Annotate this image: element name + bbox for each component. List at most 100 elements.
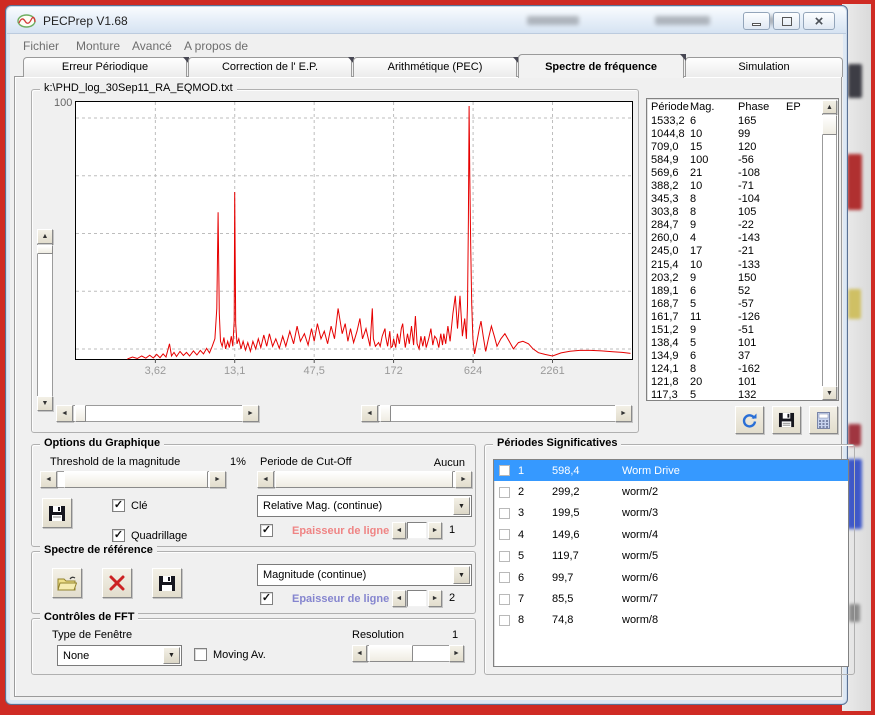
table-row[interactable]: 584,9 100 -56 [651,154,820,167]
scroll-left-icon[interactable] [257,471,274,488]
reference-display-combo[interactable]: Magnitude (continue) [257,564,472,586]
refresh-button[interactable] [735,406,764,434]
scroll-right-icon[interactable] [242,405,259,422]
menu-monture[interactable]: Monture [76,39,120,53]
chevron-down-icon[interactable] [453,566,470,584]
scroll-up-icon[interactable] [822,100,837,114]
save-reference-button[interactable] [152,568,182,598]
reference-line-width-spinner[interactable] [392,590,442,607]
chart-hscrollbar-left[interactable] [56,405,259,422]
period-list-item[interactable]: 6 99,7 worm/6 [494,567,848,588]
table-row[interactable]: 138,4 5 101 [651,337,820,350]
hscroll-thumb[interactable] [75,405,86,422]
period-checkbox[interactable] [499,572,510,584]
table-row[interactable]: 161,7 11 -126 [651,311,820,324]
line-width-checkbox[interactable] [260,524,273,537]
menu-a-propos[interactable]: A propos de [184,39,248,53]
period-checkbox[interactable] [499,465,510,477]
spinner-right-icon[interactable] [428,522,442,539]
significant-periods-list[interactable]: 1 598,4 Worm Drive 2 299,2 worm/2 3 199,5 worm/3… [493,459,849,667]
table-row[interactable]: 121,8 20 101 [651,376,820,389]
chart-vscrollbar[interactable] [37,229,53,411]
maximize-button[interactable] [773,12,800,30]
chart-hscrollbar-right[interactable] [361,405,632,422]
menu-avance[interactable]: Avancé [132,39,172,53]
chevron-down-icon[interactable] [163,647,180,664]
line-width-spinner[interactable] [392,522,442,539]
table-row[interactable]: 260,0 4 -143 [651,232,820,245]
resolution-slider[interactable] [352,645,464,662]
save-table-button[interactable] [772,406,801,434]
table-row[interactable]: 284,7 9 -22 [651,219,820,232]
scroll-left-icon[interactable] [56,405,73,422]
table-row[interactable]: 1044,8 10 99 [651,128,820,141]
table-row[interactable]: 189,1 6 52 [651,285,820,298]
delete-reference-button[interactable] [102,568,132,598]
table-row[interactable]: 569,6 21 -108 [651,167,820,180]
period-list-item[interactable]: 4 149,6 worm/4 [494,524,848,545]
period-checkbox[interactable] [499,593,510,605]
scroll-left-icon[interactable] [361,405,378,422]
window-type-combo[interactable]: None [57,645,182,666]
hscroll-thumb[interactable] [380,405,391,422]
table-row[interactable]: 303,8 8 105 [651,206,820,219]
report-button[interactable] [809,406,838,434]
quadrillage-checkbox[interactable] [112,529,125,542]
table-row[interactable]: 124,1 8 -162 [651,363,820,376]
spinner-left-icon[interactable] [392,590,406,607]
scroll-right-icon[interactable] [615,405,632,422]
period-list-item[interactable]: 5 119,7 worm/5 [494,546,848,567]
period-list-item[interactable]: 3 199,5 worm/3 [494,503,848,524]
spinner-left-icon[interactable] [392,522,406,539]
menu-fichier[interactable]: Fichier [23,39,59,53]
resolution-thumb[interactable] [369,645,413,662]
reference-line-width-checkbox[interactable] [260,592,273,605]
tab-correction-ep[interactable]: Correction de l' E.P. [188,57,354,77]
threshold-thumb[interactable] [64,471,208,488]
title-bar[interactable]: PECPrep V1.68 [7,7,846,34]
table-row[interactable]: 134,9 6 37 [651,350,820,363]
tab-spectre-de-frequence[interactable]: Spectre de fréquence [518,54,686,78]
table-row[interactable]: 388,2 10 -71 [651,180,820,193]
scroll-right-icon[interactable] [209,471,226,488]
moving-av-checkbox[interactable] [194,648,207,661]
table-row[interactable]: 117,3 5 132 [651,389,820,400]
frequency-table[interactable]: Période Mag. Phase EP 1533,2 6 165 1044,8 10… [646,98,839,401]
vscroll-thumb[interactable] [822,115,837,135]
minimize-button[interactable] [743,12,770,30]
period-list-item[interactable]: 2 299,2 worm/2 [494,481,848,502]
chevron-down-icon[interactable] [453,497,470,515]
table-row[interactable]: 709,0 15 120 [651,141,820,154]
table-row[interactable]: 215,4 10 -133 [651,259,820,272]
period-checkbox[interactable] [499,529,510,541]
table-vscrollbar[interactable] [822,100,837,400]
table-row[interactable]: 168,7 5 -57 [651,298,820,311]
period-checkbox[interactable] [499,614,510,626]
table-row[interactable]: 1533,2 6 165 [651,115,820,128]
period-checkbox[interactable] [499,486,510,498]
tab-simulation[interactable]: Simulation [685,57,843,77]
period-checkbox[interactable] [499,507,510,519]
period-list-item[interactable]: 8 74,8 worm/8 [494,610,848,631]
scroll-down-icon[interactable] [37,396,53,411]
cutoff-slider[interactable] [257,471,472,488]
open-reference-button[interactable] [52,568,82,598]
tab-arithmetique-pec[interactable]: Arithmétique (PEC) [353,57,519,77]
vscroll-thumb[interactable] [37,245,53,254]
save-graph-button[interactable] [42,498,72,528]
threshold-slider[interactable] [40,471,226,488]
spinner-right-icon[interactable] [428,590,442,607]
table-row[interactable]: 245,0 17 -21 [651,245,820,258]
scroll-down-icon[interactable] [822,386,837,400]
cutoff-thumb[interactable] [275,471,453,488]
table-row[interactable]: 203,2 9 150 [651,272,820,285]
period-list-item[interactable]: 7 85,5 worm/7 [494,588,848,609]
table-row[interactable]: 151,2 9 -51 [651,324,820,337]
tab-erreur-periodique[interactable]: Erreur Périodique [23,57,189,77]
scroll-left-icon[interactable] [352,645,367,662]
table-row[interactable]: 345,3 8 -104 [651,193,820,206]
period-checkbox[interactable] [499,550,510,562]
scroll-right-icon[interactable] [449,645,464,662]
close-button[interactable] [803,12,835,30]
scroll-up-icon[interactable] [37,229,53,244]
